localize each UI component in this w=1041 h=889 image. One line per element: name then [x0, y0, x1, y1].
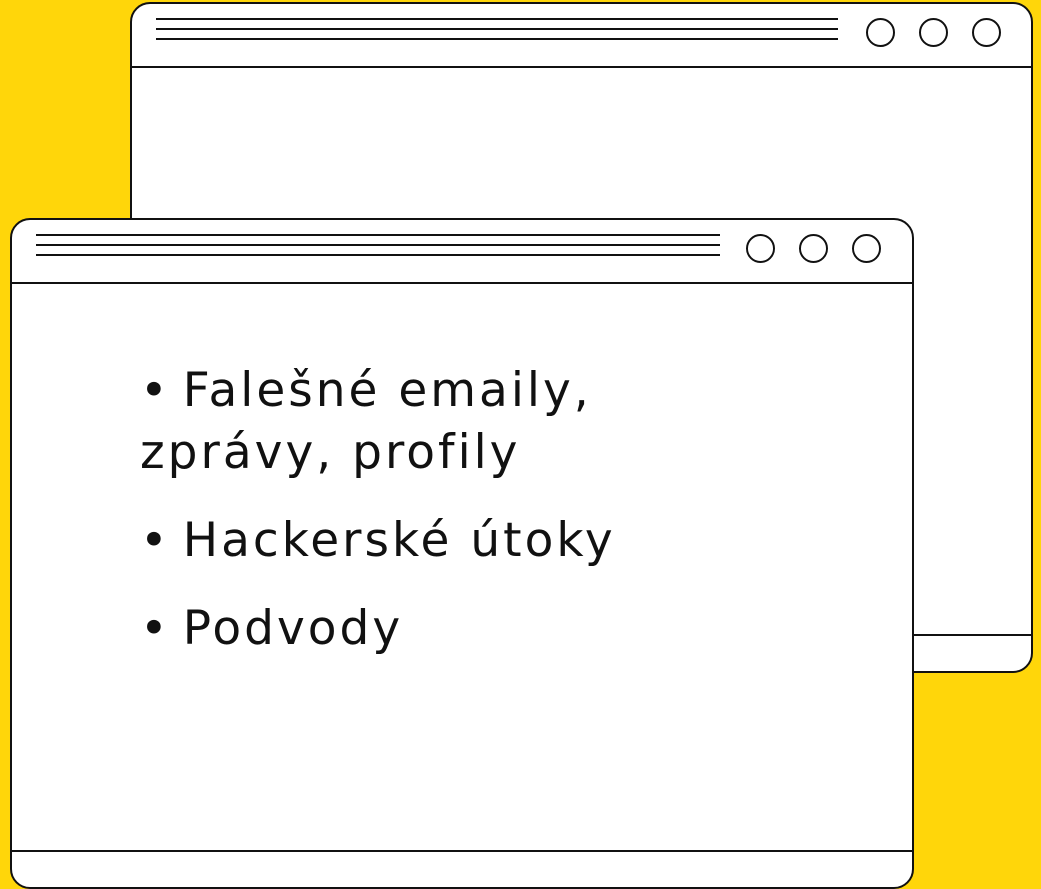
window-control-circle-icon[interactable] [852, 234, 881, 263]
window-control-circle-icon[interactable] [746, 234, 775, 263]
window-control-circle-icon[interactable] [799, 234, 828, 263]
title-line [156, 38, 838, 40]
back-window-title-lines [156, 18, 838, 48]
title-line [156, 18, 838, 20]
bullet-icon: • [140, 513, 171, 568]
title-line [36, 254, 720, 256]
title-line [156, 28, 838, 30]
title-line [36, 244, 720, 246]
front-window-title-lines [36, 234, 720, 264]
front-window-footer-divider [12, 850, 912, 852]
window-control-circle-icon[interactable] [919, 18, 948, 47]
list-item-text: Hackerské útoky [182, 513, 616, 568]
bullet-icon: • [140, 601, 171, 656]
list-item-text: Falešné emaily, zprávy, profily [140, 363, 592, 480]
list-item-text: Podvody [182, 601, 404, 656]
front-window-title-bar [12, 220, 912, 284]
title-line [36, 234, 720, 236]
window-control-circle-icon[interactable] [972, 18, 1001, 47]
list-item: • Hackerské útoky [140, 510, 840, 572]
list-item: • Podvody [140, 598, 840, 660]
threat-list: • Falešné emaily, zprávy, profily • Hacker… [140, 360, 840, 686]
window-control-circle-icon[interactable] [866, 18, 895, 47]
front-browser-window: • Falešné emaily, zprávy, profily • Hacker… [10, 218, 914, 889]
bullet-icon: • [140, 363, 171, 418]
front-window-controls [746, 234, 881, 263]
back-window-title-bar [132, 4, 1031, 68]
back-window-controls [866, 18, 1001, 47]
list-item: • Falešné emaily, zprávy, profily [140, 360, 840, 484]
